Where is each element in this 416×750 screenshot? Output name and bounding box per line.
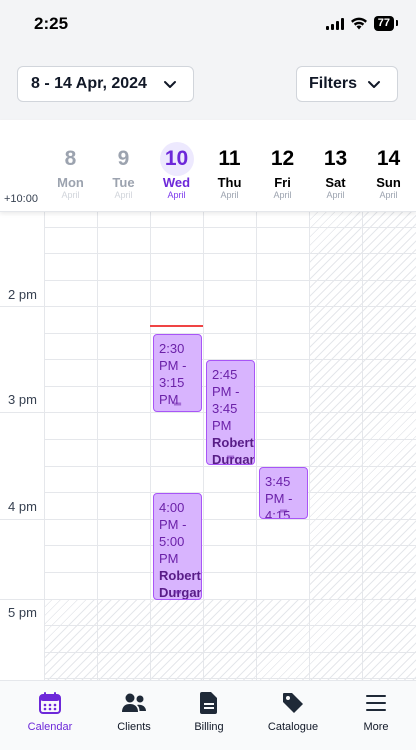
appointment-event[interactable]: 4:00 PM - 5:00 PM Robert Durgan ═ — [153, 493, 202, 600]
nav-item-more[interactable]: More — [336, 691, 416, 733]
day-name: Fri — [274, 175, 291, 190]
resize-handle-icon[interactable]: ═ — [174, 588, 181, 598]
day-column — [203, 212, 204, 680]
day-number: 9 — [117, 147, 130, 170]
day-month: April — [326, 190, 345, 200]
day-column — [362, 212, 363, 680]
appointment-event[interactable]: 2:30 PM - 3:15 PM ═ — [153, 334, 202, 412]
resize-handle-icon[interactable]: ═ — [280, 507, 287, 517]
day-number: 12 — [270, 147, 295, 170]
wifi-icon — [350, 17, 367, 30]
unavailable-after-hours-area — [44, 600, 416, 680]
nav-label: Calendar — [27, 721, 73, 733]
day-month: April — [220, 190, 239, 200]
grid-line — [44, 253, 416, 254]
hour-label: 4 pm — [8, 499, 37, 514]
nav-item-billing[interactable]: Billing — [169, 691, 249, 733]
filters-button[interactable]: Filters — [296, 66, 398, 102]
day-name: Thu — [217, 175, 242, 190]
day-name: Sat — [325, 175, 346, 190]
signal-icon — [325, 17, 344, 30]
day-column-header[interactable]: 14 Sun April — [362, 142, 415, 200]
grid-line — [44, 678, 416, 679]
event-time: 2:30 PM - 3:15 PM — [159, 341, 187, 407]
appointment-event[interactable]: 3:45 PM - 4:15 ═ — [259, 467, 308, 519]
hour-line — [0, 306, 416, 307]
grid-line — [44, 280, 416, 281]
day-name: Sun — [376, 175, 401, 190]
calendar-grid[interactable]: 2 pm 3 pm 4 pm 5 pm 2:30 PM - 3:15 PM ═ … — [0, 212, 416, 680]
calendar-toolbar: 8 - 14 Apr, 2024 Filters — [0, 48, 416, 120]
grid-line — [44, 545, 416, 546]
hour-label: 3 pm — [8, 392, 37, 407]
grid-line — [44, 625, 416, 626]
nav-item-calendar[interactable]: Calendar — [10, 691, 90, 733]
day-column-header[interactable]: 11 Thu April — [203, 142, 256, 200]
day-month: April — [273, 190, 292, 200]
hour-label: 2 pm — [8, 287, 37, 302]
resize-handle-icon[interactable]: ═ — [174, 400, 181, 410]
day-column-header[interactable]: 12 Fri April — [256, 142, 309, 200]
nav-label: More — [363, 721, 389, 733]
day-number: 14 — [376, 147, 401, 170]
status-time: 2:25 — [34, 14, 69, 33]
date-range-label: 8 - 14 Apr, 2024 — [31, 75, 147, 92]
day-month: April — [167, 190, 186, 200]
day-name: Wed — [162, 175, 191, 190]
day-month: April — [61, 190, 80, 200]
chevron-down-icon — [368, 81, 380, 88]
day-name: Tue — [112, 175, 135, 190]
document-icon — [200, 692, 217, 714]
resize-handle-icon[interactable]: ═ — [227, 453, 234, 463]
grid-line — [44, 227, 416, 228]
grid-line — [44, 333, 416, 334]
chevron-down-icon — [164, 81, 176, 88]
day-month: April — [114, 190, 133, 200]
day-column-header[interactable]: 9 Tue April — [97, 142, 150, 200]
week-day-header: +10:00 8 Mon April 9 Tue April 10 Wed Ap… — [0, 120, 416, 212]
event-time: 4:00 PM - 5:00 PM — [159, 500, 187, 566]
nav-label: Catalogue — [267, 721, 319, 733]
event-time: 2:45 PM - 3:45 PM — [212, 367, 240, 433]
unavailable-weekend-area — [310, 212, 416, 600]
day-number: 10 — [159, 142, 194, 176]
day-column — [150, 212, 151, 680]
day-column-header[interactable]: 10 Wed April — [150, 142, 203, 200]
day-column-header[interactable]: 13 Sat April — [309, 142, 362, 200]
day-number: 8 — [64, 147, 77, 170]
status-icons: 77 — [325, 16, 399, 31]
day-month: April — [379, 190, 398, 200]
nav-item-clients[interactable]: Clients — [94, 691, 174, 733]
day-column — [97, 212, 98, 680]
filters-label: Filters — [309, 75, 358, 92]
day-column — [256, 212, 257, 680]
grid-line — [44, 492, 416, 493]
date-range-button[interactable]: 8 - 14 Apr, 2024 — [17, 66, 194, 102]
calendar-icon — [39, 692, 61, 714]
users-icon — [122, 693, 146, 712]
tag-icon — [283, 693, 303, 713]
hour-label: 5 pm — [8, 605, 37, 620]
nav-item-catalogue[interactable]: Catalogue — [253, 691, 333, 733]
status-bar: 2:25 77 — [0, 0, 416, 48]
day-column — [309, 212, 310, 680]
day-column-header[interactable]: 8 Mon April — [44, 142, 97, 200]
appointment-event[interactable]: 2:45 PM - 3:45 PM Robert Durgan ═ — [206, 360, 255, 465]
timezone-label: +10:00 — [4, 193, 38, 205]
bottom-navigation: Calendar Clients Billing Catalogue More — [0, 680, 416, 750]
grid-line — [44, 466, 416, 467]
grid-line — [44, 572, 416, 573]
day-number: 11 — [218, 147, 241, 170]
nav-label: Clients — [117, 721, 151, 733]
day-name: Mon — [57, 175, 84, 190]
day-column — [44, 212, 45, 680]
grid-line — [44, 652, 416, 653]
nav-label: Billing — [194, 721, 224, 733]
day-number: 13 — [323, 147, 348, 170]
battery-icon: 77 — [373, 16, 399, 31]
current-time-indicator — [150, 325, 203, 327]
hour-line — [0, 519, 416, 520]
menu-icon — [366, 695, 386, 711]
hour-line — [0, 599, 416, 600]
